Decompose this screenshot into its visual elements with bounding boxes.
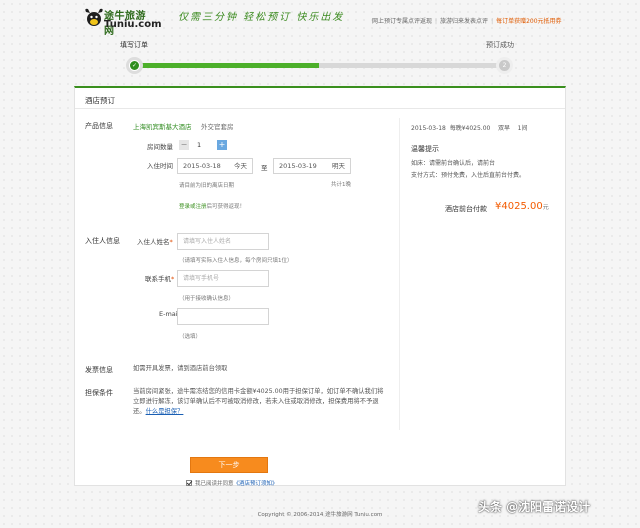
agreement-row: 我已阅读并同意《酒店预订须知》 <box>186 479 278 487</box>
top-link-coupon[interactable]: 每订单获赠200元抵用券 <box>496 18 561 25</box>
email-input[interactable] <box>177 308 269 325</box>
booking-progress: 填写订单 预订成功 ✓ 2 <box>120 36 520 78</box>
booking-panel: 酒店预订 产品信息 上海凯宾斯基大酒店 外交官套房 房间数量 − 1 + 入住时… <box>74 86 566 486</box>
phone-input[interactable]: 请填写手机号 <box>177 270 269 287</box>
total-price: ¥4025.00元 <box>495 201 549 212</box>
booking-terms-link[interactable]: 《酒店预订须知》 <box>234 481 278 487</box>
email-hint: （选填） <box>179 334 202 340</box>
summary-breakfast: 双早 <box>497 125 510 132</box>
hotel-name-link[interactable]: 上海凯宾斯基大酒店 <box>133 121 192 131</box>
top-link-review-cashback[interactable]: 网上预订专属点评返现 <box>372 18 432 25</box>
progress-fill <box>134 63 319 68</box>
rooms-decrease-button[interactable]: − <box>179 140 189 150</box>
summary-line: 2015-03-18 每晚¥4025.00 双早 1间 <box>411 123 527 132</box>
section-product-label: 产品信息 <box>85 122 113 130</box>
slogan: 仅需三分钟 轻松预订 快乐出发 <box>178 12 345 23</box>
top-bar: 途牛旅游网 Tuniu.com 仅需三分钟 轻松预订 快乐出发 网上预订专属点评… <box>0 0 640 38</box>
section-guest-label: 入住人信息 <box>85 237 120 245</box>
rooms-value: 1 <box>197 141 202 149</box>
rooms-increase-button[interactable]: + <box>217 140 227 150</box>
what-is-guarantee-link[interactable]: 什么是担保？ <box>146 408 184 415</box>
progress-track <box>134 63 504 68</box>
agree-checkbox[interactable] <box>186 480 192 486</box>
date-hint: 请目前为旧的离店日期 <box>179 183 235 189</box>
guest-name-label: 入住人姓名* <box>137 238 173 246</box>
total-label: 酒店前台付款 <box>445 205 487 213</box>
invoice-text: 如需开具发票，请到酒店前台领取 <box>133 365 228 372</box>
checkin-date-input[interactable]: 2015-03-18 今天 <box>177 158 253 174</box>
logo-text-en: Tuniu.com <box>104 19 162 30</box>
tip-2: 支付方式：预付免费，入住后直前台付费。 <box>411 172 526 179</box>
next-step-button[interactable]: 下一步 <box>190 457 268 473</box>
divider <box>75 108 565 109</box>
guarantee-text: 当前房间紧张，途牛需冻结您的信用卡金额¥4025.00用于担保订单，如订单不确认… <box>133 388 384 415</box>
login-link[interactable]: 登录 <box>179 204 190 210</box>
checkout-weekday: 明天 <box>332 162 345 170</box>
checkout-date-input[interactable]: 2015-03-19 明天 <box>273 158 351 174</box>
summary-quantity: 1间 <box>517 125 528 132</box>
register-link[interactable]: 或注册 <box>190 204 207 210</box>
rooms-label: 房间数量 <box>147 143 173 151</box>
section-invoice-label: 发票信息 <box>85 366 113 374</box>
phone-label: 联系手机* <box>145 275 175 283</box>
checkout-date-value: 2015-03-19 <box>279 162 317 170</box>
cow-logo-icon <box>85 8 103 26</box>
nights-count: 共计1晚 <box>331 182 351 188</box>
checkin-label: 入住时间 <box>147 162 173 170</box>
step-success-label: 预订成功 <box>486 41 514 49</box>
step-2-marker: 2 <box>496 57 513 74</box>
summary-nightly-price: 每晚¥4025.00 <box>449 125 491 132</box>
date-range-separator: 至 <box>261 164 268 172</box>
total-unit: 元 <box>542 204 549 211</box>
tip-1: 如床：请需前台确认后，请前台 <box>411 160 496 167</box>
checkin-weekday: 今天 <box>234 162 247 170</box>
check-icon: ✓ <box>130 61 139 70</box>
agree-text: 我已阅读并同意 <box>195 481 234 487</box>
top-links: 网上预订专属点评返现 | 旅游归来发表点评 | 每订单获赠200元抵用券 <box>372 18 562 25</box>
summary-date: 2015-03-18 <box>411 125 446 132</box>
tips-title: 温馨提示 <box>411 145 439 153</box>
room-type: 外交官套房 <box>201 123 234 131</box>
checkin-date-value: 2015-03-18 <box>183 162 221 170</box>
panel-title: 酒店预订 <box>85 96 115 105</box>
logo[interactable]: 途牛旅游网 Tuniu.com <box>84 6 162 37</box>
step-fill-order-label: 填写订单 <box>120 41 148 49</box>
section-guarantee-label: 担保条件 <box>85 389 113 397</box>
step-1-marker: ✓ <box>126 57 143 74</box>
divider <box>399 118 400 430</box>
guest-name-input[interactable]: 请填写入住人姓名 <box>177 233 269 250</box>
phone-hint: （用于接收确认信息） <box>179 296 235 302</box>
top-link-post-review[interactable]: 旅游归来发表点评 <box>440 18 488 25</box>
guest-name-hint: （请填写实际入住人信息，每个房间只填1位） <box>179 258 293 264</box>
cashback-hint: 登录或注册后可获得返现！ <box>179 204 246 210</box>
watermark: 头条 @沈阳雷诺设计 <box>478 500 591 514</box>
